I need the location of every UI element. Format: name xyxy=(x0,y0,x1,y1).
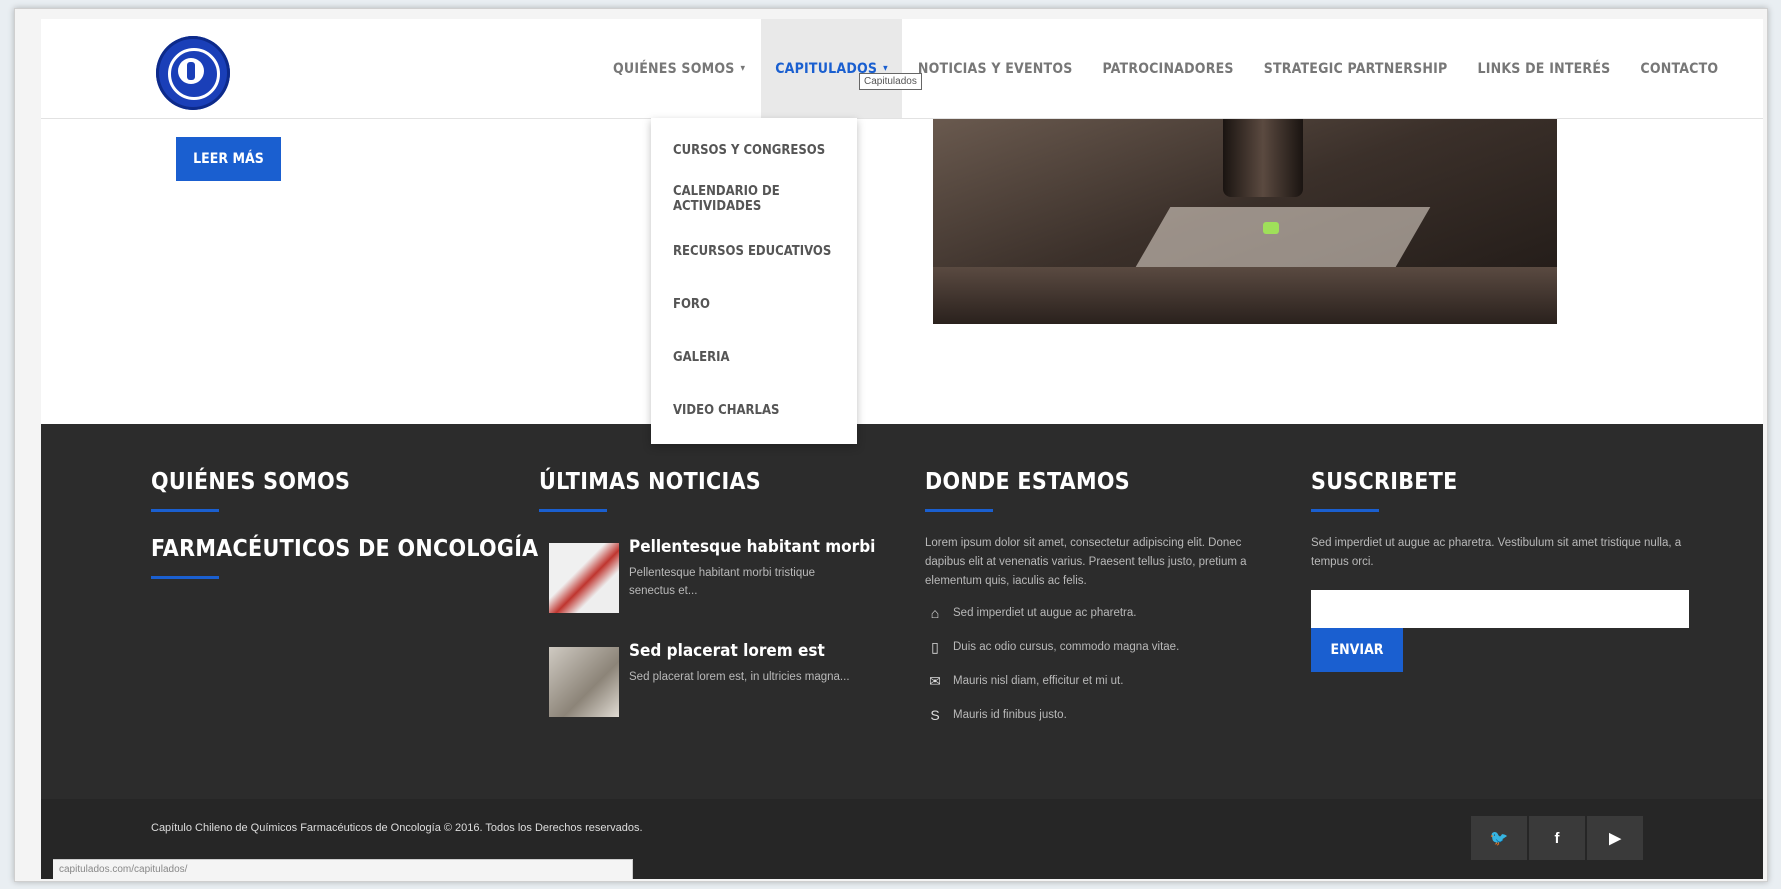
news-thumbnail[interactable] xyxy=(549,543,619,613)
dropdown-item-galeria[interactable]: GALERIA xyxy=(651,331,857,384)
footer-about-subtitle: FARMACÉUTICOS DE ONCOLOGÍA xyxy=(151,536,539,562)
contact-text: Sed imperdiet ut augue ac pharetra. xyxy=(953,606,1137,619)
title-underline xyxy=(151,576,219,579)
dropdown-item-calendario[interactable]: CALENDARIO DE ACTIVIDADES xyxy=(651,172,857,225)
contact-text: Duis ac odio cursus, commodo magna vitae… xyxy=(953,640,1180,653)
nav-item-label: CONTACTO xyxy=(1640,60,1719,77)
title-underline xyxy=(925,509,993,512)
footer-location-title: DONDE ESTAMOS xyxy=(925,469,1130,495)
news-title[interactable]: Pellentesque habitant morbi xyxy=(629,537,875,557)
facebook-icon[interactable]: f xyxy=(1529,816,1585,860)
contact-row-address: ⌂ Sed imperdiet ut augue ac pharetra. xyxy=(925,601,1275,625)
home-icon: ⌂ xyxy=(930,605,940,621)
dropdown-item-foro[interactable]: FORO xyxy=(651,278,857,331)
title-underline xyxy=(1311,509,1379,512)
chevron-down-icon: ▾ xyxy=(740,63,746,74)
footer-subscribe: SUSCRIBETE Sed imperdiet ut augue ac pha… xyxy=(1311,469,1691,672)
footer-news-title: ÚLTIMAS NOTICIAS xyxy=(539,469,762,495)
logo-core-icon xyxy=(187,62,195,80)
contact-list: ⌂ Sed imperdiet ut augue ac pharetra. ▯ … xyxy=(925,601,1275,727)
nav-item-label: LINKS DE INTERÉS xyxy=(1477,60,1611,77)
footer-location: DONDE ESTAMOS Lorem ipsum dolor sit amet… xyxy=(925,469,1275,727)
nav-item-quienes-somos[interactable]: QUIÉNES SOMOS ▾ xyxy=(599,19,759,118)
read-more-button[interactable]: LEER MÁS xyxy=(176,137,281,181)
nav-item-noticias-y-eventos[interactable]: NOTICIAS Y EVENTOS xyxy=(904,19,1087,118)
nav-tooltip: Capitulados xyxy=(859,73,922,90)
subscribe-email-input[interactable] xyxy=(1311,590,1689,628)
capitulados-dropdown: CURSOS Y CONGRESOS CALENDARIO DE ACTIVID… xyxy=(651,118,857,444)
browser-status-url: capitulados.com/capitulados/ xyxy=(53,859,633,879)
main-nav: QUIÉNES SOMOS ▾ CAPITULADOS ▾ NOTICIAS Y… xyxy=(599,19,1734,118)
news-thumbnail[interactable] xyxy=(549,647,619,717)
news-excerpt: Pellentesque habitant morbi tristique se… xyxy=(629,567,816,597)
news-item[interactable]: Sed placerat lorem est Sed placerat lore… xyxy=(549,641,859,731)
dropdown-item-recursos-educativos[interactable]: RECURSOS EDUCATIVOS xyxy=(651,225,857,278)
title-underline xyxy=(539,509,607,512)
envelope-icon: ✉ xyxy=(929,672,941,689)
nav-item-label: NOTICIAS Y EVENTOS xyxy=(917,60,1073,77)
microscope-image xyxy=(933,117,1557,324)
title-underline xyxy=(151,509,219,512)
browser-window: QUIÉNES SOMOS ▾ CAPITULADOS ▾ NOTICIAS Y… xyxy=(14,8,1768,882)
footer-about-title: QUIÉNES SOMOS xyxy=(151,469,351,495)
news-title[interactable]: Sed placerat lorem est xyxy=(629,641,825,661)
footer-about: QUIÉNES SOMOS FARMACÉUTICOS DE ONCOLOGÍA xyxy=(151,469,539,579)
nav-item-contacto[interactable]: CONTACTO xyxy=(1626,19,1732,118)
sample-glow-shape xyxy=(1263,222,1279,234)
social-links: 🐦 f ▶ xyxy=(1471,816,1645,860)
skype-icon: S xyxy=(930,707,940,723)
nav-item-strategic-partnership[interactable]: STRATEGIC PARTNERSHIP xyxy=(1250,19,1462,118)
youtube-icon[interactable]: ▶ xyxy=(1587,816,1643,860)
site-footer: QUIÉNES SOMOS FARMACÉUTICOS DE ONCOLOGÍA… xyxy=(41,424,1763,879)
nav-item-patrocinadores[interactable]: PATROCINADORES xyxy=(1089,19,1248,118)
contact-text: Mauris id finibus justo. xyxy=(953,708,1067,721)
contact-row-phone: ▯ Duis ac odio cursus, commodo magna vit… xyxy=(925,635,1275,659)
microscope-base-shape xyxy=(933,267,1557,324)
nav-item-label: PATROCINADORES xyxy=(1102,60,1234,77)
nav-item-links-de-interes[interactable]: LINKS DE INTERÉS xyxy=(1463,19,1624,118)
subscribe-description: Sed imperdiet ut augue ac pharetra. Vest… xyxy=(1311,537,1682,568)
footer-news: ÚLTIMAS NOTICIAS Pellentesque habitant m… xyxy=(539,469,879,769)
footer-subscribe-title: SUSCRIBETE xyxy=(1311,469,1458,495)
contact-row-skype: S Mauris id finibus justo. xyxy=(925,703,1275,727)
microscope-lens-shape xyxy=(1223,117,1303,197)
location-description: Lorem ipsum dolor sit amet, consectetur … xyxy=(925,537,1247,587)
site-header: QUIÉNES SOMOS ▾ CAPITULADOS ▾ NOTICIAS Y… xyxy=(41,19,1763,119)
copyright-text: Capítulo Chileno de Químicos Farmacéutic… xyxy=(151,822,643,834)
microscope-slide-shape xyxy=(1135,207,1431,267)
news-item[interactable]: Pellentesque habitant morbi Pellentesque… xyxy=(549,537,875,627)
site-logo[interactable] xyxy=(156,36,230,110)
contact-row-email: ✉ Mauris nisl diam, efficitur et mi ut. xyxy=(925,669,1275,693)
subscribe-send-button[interactable]: ENVIAR xyxy=(1311,628,1403,672)
news-excerpt: Sed placerat lorem est, in ultricies mag… xyxy=(629,671,850,683)
nav-item-capitulados[interactable]: CAPITULADOS ▾ xyxy=(761,19,902,118)
nav-item-label: STRATEGIC PARTNERSHIP xyxy=(1263,60,1448,77)
contact-text: Mauris nisl diam, efficitur et mi ut. xyxy=(953,674,1124,687)
web-page: QUIÉNES SOMOS ▾ CAPITULADOS ▾ NOTICIAS Y… xyxy=(41,19,1763,879)
dropdown-item-cursos-y-congresos[interactable]: CURSOS Y CONGRESOS xyxy=(651,128,857,172)
nav-item-label: QUIÉNES SOMOS xyxy=(613,60,735,77)
dropdown-item-video-charlas[interactable]: VIDEO CHARLAS xyxy=(651,384,857,437)
twitter-icon[interactable]: 🐦 xyxy=(1471,816,1527,860)
mobile-icon: ▯ xyxy=(931,638,939,655)
